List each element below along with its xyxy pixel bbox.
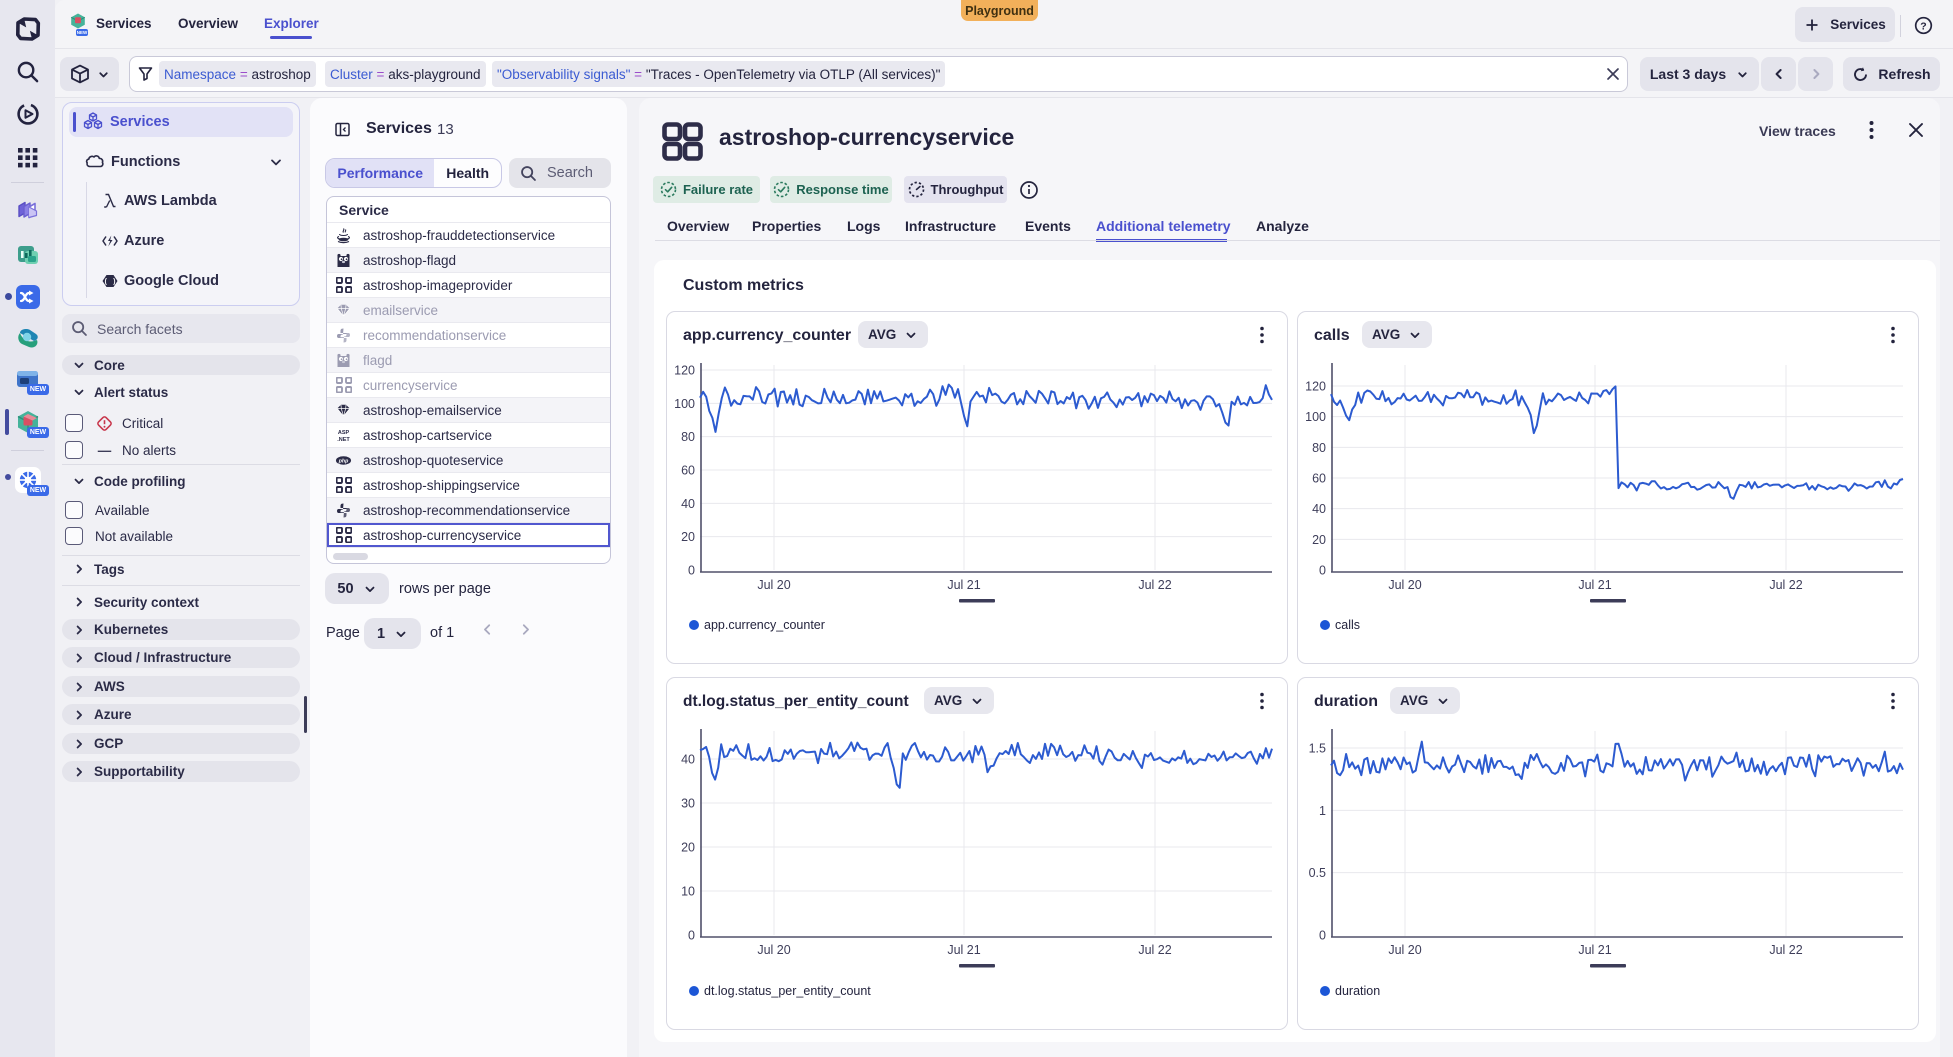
svg-text:60: 60 [1312,472,1326,486]
svg-text:Jul 20: Jul 20 [757,943,790,957]
svg-text:0: 0 [1319,929,1326,943]
svg-text:Jul 20: Jul 20 [757,578,790,592]
svg-text:Jul 21: Jul 21 [947,943,980,957]
svg-text:Jul 20: Jul 20 [1388,578,1421,592]
svg-text:Jul 22: Jul 22 [1138,578,1171,592]
svg-text:80: 80 [681,430,695,444]
svg-text:Jul 21: Jul 21 [947,578,980,592]
svg-text:30: 30 [681,797,695,811]
svg-text:Jul 22: Jul 22 [1769,943,1802,957]
svg-text:20: 20 [681,841,695,855]
svg-text:1.5: 1.5 [1309,742,1326,756]
svg-text:Jul 20: Jul 20 [1388,943,1421,957]
svg-text:0: 0 [688,929,695,943]
svg-text:Jul 21: Jul 21 [1578,578,1611,592]
svg-text:Jul 21: Jul 21 [1578,943,1611,957]
svg-text:ASP: ASP [338,430,350,436]
svg-text:40: 40 [1312,502,1326,516]
svg-text:20: 20 [1312,533,1326,547]
svg-text:100: 100 [674,397,695,411]
svg-text:( ): ( ) [104,279,117,287]
svg-text:php: php [338,458,349,464]
svg-text:10: 10 [681,885,695,899]
svg-text:0.5: 0.5 [1309,866,1326,880]
svg-text:1: 1 [1319,804,1326,818]
svg-text:0: 0 [1319,564,1326,578]
svg-text:Jul 22: Jul 22 [1138,943,1171,957]
svg-text:0: 0 [688,564,695,578]
svg-text:120: 120 [674,364,695,378]
svg-text:40: 40 [681,753,695,767]
svg-text:100: 100 [1305,410,1326,424]
svg-text:Jul 22: Jul 22 [1769,578,1802,592]
svg-text:?: ? [1920,21,1926,33]
svg-text:.NET: .NET [337,437,350,443]
svg-text:80: 80 [1312,441,1326,455]
svg-text:40: 40 [681,497,695,511]
svg-text:20: 20 [681,530,695,544]
svg-text:60: 60 [681,464,695,478]
svg-text:120: 120 [1305,380,1326,394]
